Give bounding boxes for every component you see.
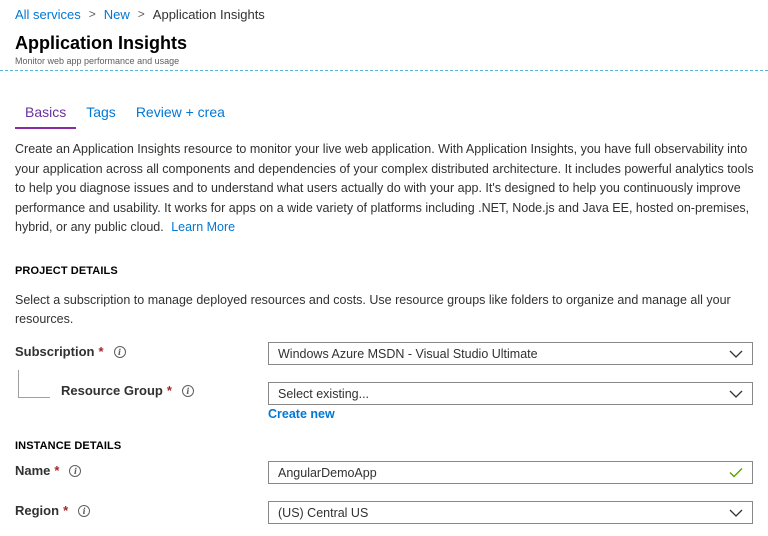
intro-text: Create an Application Insights resource … bbox=[15, 142, 754, 234]
required-marker: * bbox=[54, 463, 60, 478]
page-title: Application Insights bbox=[15, 33, 188, 53]
info-icon[interactable]: i bbox=[78, 504, 91, 517]
subscription-label-row: Subscription * i bbox=[15, 344, 126, 359]
resource-group-value: Select existing... bbox=[278, 386, 370, 401]
tree-connector bbox=[18, 397, 50, 398]
tab-bar: Basics Tags Review + crea bbox=[15, 103, 235, 129]
required-marker: * bbox=[63, 503, 69, 518]
subscription-value: Windows Azure MSDN - Visual Studio Ultim… bbox=[278, 346, 538, 361]
resource-group-label: Resource Group bbox=[61, 383, 163, 398]
subscription-label: Subscription bbox=[15, 344, 95, 359]
breadcrumb-separator: > bbox=[137, 7, 145, 21]
resource-group-label-row: Resource Group * i bbox=[61, 383, 194, 398]
project-details-description: Select a subscription to manage deployed… bbox=[15, 293, 731, 326]
learn-more-link[interactable]: Learn More bbox=[171, 220, 235, 234]
intro-description: Create an Application Insights resource … bbox=[15, 140, 755, 238]
project-details-heading: PROJECT DETAILS bbox=[15, 265, 118, 277]
breadcrumb-separator: > bbox=[88, 7, 96, 21]
tab-tags[interactable]: Tags bbox=[76, 103, 126, 129]
chevron-down-icon bbox=[729, 506, 743, 520]
info-icon[interactable]: i bbox=[69, 464, 82, 477]
info-icon[interactable]: i bbox=[181, 384, 194, 397]
info-icon[interactable]: i bbox=[113, 345, 126, 358]
region-value: (US) Central US bbox=[278, 505, 369, 520]
instance-details-heading: INSTANCE DETAILS bbox=[15, 440, 122, 452]
chevron-down-icon bbox=[729, 387, 743, 401]
breadcrumb-all-services[interactable]: All services bbox=[15, 7, 81, 22]
chevron-down-icon bbox=[729, 347, 743, 361]
region-dropdown[interactable]: (US) Central US bbox=[268, 501, 753, 524]
subscription-dropdown[interactable]: Windows Azure MSDN - Visual Studio Ultim… bbox=[268, 342, 753, 365]
header-divider bbox=[0, 70, 768, 71]
required-marker: * bbox=[166, 383, 172, 398]
name-label: Name bbox=[15, 463, 51, 478]
region-label: Region bbox=[15, 503, 60, 518]
tab-review-create[interactable]: Review + crea bbox=[126, 103, 235, 129]
tab-basics[interactable]: Basics bbox=[15, 103, 77, 129]
checkmark-icon bbox=[729, 466, 743, 480]
name-label-row: Name * i bbox=[15, 463, 82, 478]
tree-connector bbox=[18, 370, 19, 398]
page-subtitle: Monitor web app performance and usage bbox=[15, 56, 180, 66]
breadcrumb-current: Application Insights bbox=[152, 6, 265, 22]
name-value: AngularDemoApp bbox=[278, 465, 377, 480]
breadcrumb-new[interactable]: New bbox=[104, 7, 130, 22]
required-marker: * bbox=[98, 344, 104, 359]
name-input[interactable]: AngularDemoApp bbox=[268, 461, 753, 484]
resource-group-dropdown[interactable]: Select existing... bbox=[268, 382, 753, 405]
breadcrumb: All services > New > Application Insight… bbox=[15, 6, 265, 22]
region-label-row: Region * i bbox=[15, 503, 91, 518]
create-new-link[interactable]: Create new bbox=[268, 407, 335, 421]
